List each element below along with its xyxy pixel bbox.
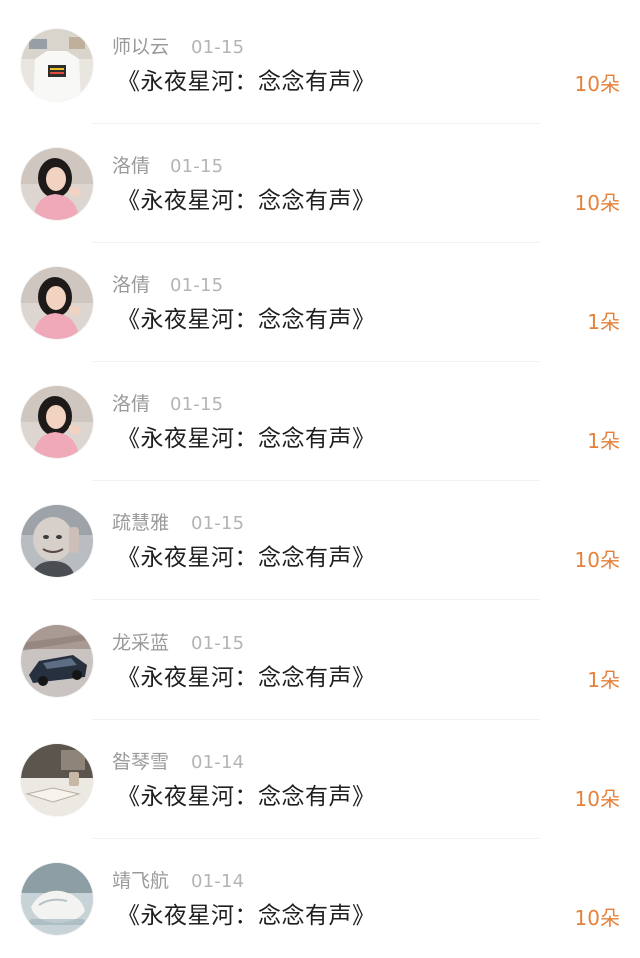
send-date: 01-15 <box>170 275 224 296</box>
book-title: 《永夜星河：念念有声》 <box>117 545 376 571</box>
sender-name: 洛倩 <box>112 274 151 296</box>
gift-amount: 10朵 <box>574 548 620 572</box>
sender-name: 洛倩 <box>112 393 151 415</box>
avatar-2-icon <box>21 148 93 220</box>
list-item[interactable]: 洛倩 01-15 《永夜星河：念念有声》 1朵 <box>0 243 640 362</box>
gift-amount: 1朵 <box>587 429 620 453</box>
send-date: 01-15 <box>170 394 224 415</box>
book-title: 《永夜星河：念念有声》 <box>117 307 376 333</box>
sender-name: 靖飞航 <box>112 870 170 892</box>
sender-name: 龙采蓝 <box>112 632 170 654</box>
avatar[interactable] <box>21 386 93 458</box>
avatar-4-icon <box>21 625 93 697</box>
send-date: 01-15 <box>170 156 224 177</box>
gift-amount: 10朵 <box>574 906 620 930</box>
send-date: 01-15 <box>191 37 245 58</box>
list-item[interactable]: 洛倩 01-15 《永夜星河：念念有声》 10朵 <box>0 124 640 243</box>
send-date: 01-14 <box>191 871 245 892</box>
book-title: 《永夜星河：念念有声》 <box>117 69 376 95</box>
send-date: 01-15 <box>191 633 245 654</box>
list-item[interactable]: 疏慧雅 01-15 《永夜星河：念念有声》 10朵 <box>0 481 640 600</box>
divider <box>92 599 540 600</box>
avatar-2-icon <box>21 267 93 339</box>
book-title: 《永夜星河：念念有声》 <box>117 903 376 929</box>
sender-name: 疏慧雅 <box>112 512 170 534</box>
avatar[interactable] <box>21 625 93 697</box>
avatar-1-icon <box>21 29 93 101</box>
book-title: 《永夜星河：念念有声》 <box>117 426 376 452</box>
list-item[interactable]: 洛倩 01-15 《永夜星河：念念有声》 1朵 <box>0 362 640 481</box>
avatar-2-icon <box>21 386 93 458</box>
avatar[interactable] <box>21 863 93 935</box>
avatar-3-icon <box>21 505 93 577</box>
book-title: 《永夜星河：念念有声》 <box>117 665 376 691</box>
sender-name: 洛倩 <box>112 155 151 177</box>
avatar[interactable] <box>21 148 93 220</box>
avatar[interactable] <box>21 29 93 101</box>
book-title: 《永夜星河：念念有声》 <box>117 784 376 810</box>
gift-record-list: 师以云 01-15 《永夜星河：念念有声》 10朵 洛倩 01-15 《永夜星河… <box>0 0 640 955</box>
list-item[interactable]: 靖飞航 01-14 《永夜星河：念念有声》 10朵 <box>0 839 640 958</box>
book-title: 《永夜星河：念念有声》 <box>117 188 376 214</box>
avatar-6-icon <box>21 863 93 935</box>
send-date: 01-15 <box>191 513 245 534</box>
avatar[interactable] <box>21 744 93 816</box>
avatar-5-icon <box>21 744 93 816</box>
list-item[interactable]: 龙采蓝 01-15 《永夜星河：念念有声》 1朵 <box>0 601 640 720</box>
gift-amount: 10朵 <box>574 787 620 811</box>
avatar[interactable] <box>21 505 93 577</box>
sender-name: 师以云 <box>112 36 170 58</box>
gift-amount: 10朵 <box>574 191 620 215</box>
avatar[interactable] <box>21 267 93 339</box>
gift-amount: 1朵 <box>587 310 620 334</box>
gift-amount: 1朵 <box>587 668 620 692</box>
gift-amount: 10朵 <box>574 72 620 96</box>
list-item[interactable]: 昝琴雪 01-14 《永夜星河：念念有声》 10朵 <box>0 720 640 839</box>
send-date: 01-14 <box>191 752 245 773</box>
sender-name: 昝琴雪 <box>112 751 170 773</box>
list-item[interactable]: 师以云 01-15 《永夜星河：念念有声》 10朵 <box>0 5 640 124</box>
